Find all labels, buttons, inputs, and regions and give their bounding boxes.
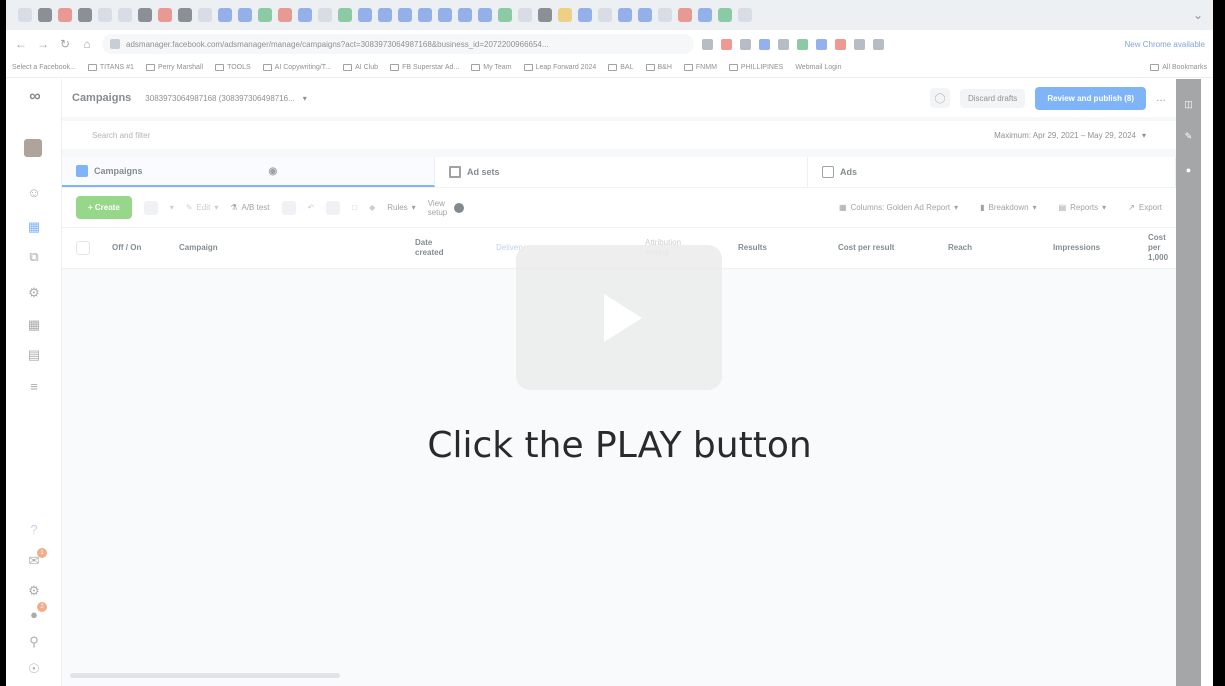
play-icon bbox=[604, 293, 642, 342]
play-caption: Click the PLAY button bbox=[427, 425, 812, 466]
play-button[interactable] bbox=[516, 245, 722, 390]
video-overlay: Click the PLAY button bbox=[6, 0, 1213, 686]
video-frame: ⌄ ← → ↻ ⌂ adsmanager.facebook.com/adsman… bbox=[6, 0, 1213, 686]
right-letterbox bbox=[1213, 0, 1225, 686]
